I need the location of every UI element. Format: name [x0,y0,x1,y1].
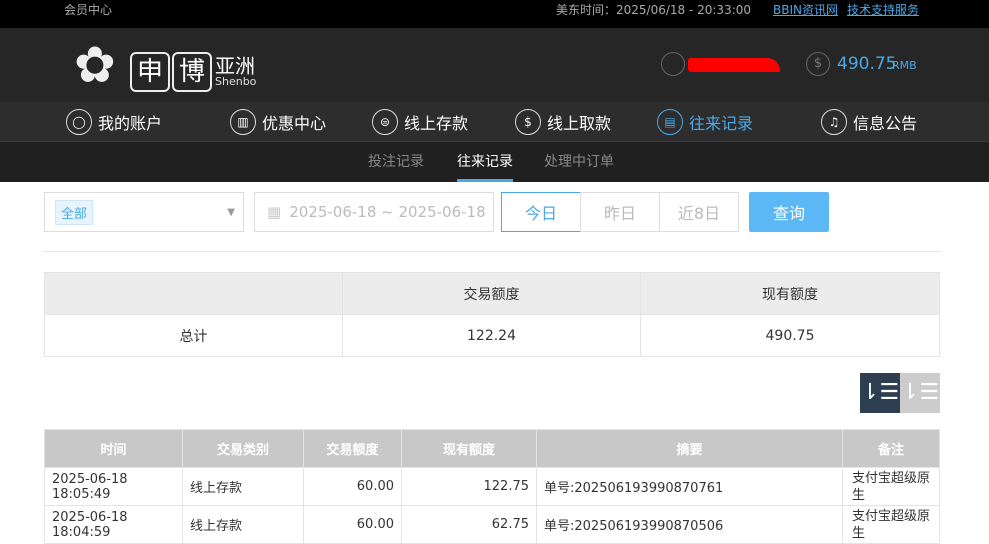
column-header: 现有额度 [401,429,537,468]
calendar-icon: ▦ [267,203,282,221]
type-select-value: 全部 [55,199,94,225]
query-button[interactable]: 查询 [749,192,829,232]
table-cell: 2025-06-18 18:05:49 [44,467,183,506]
divider [44,251,940,252]
deposit-icon: ⊜ [372,109,398,135]
last-8-days-button[interactable]: 近8日 [659,192,739,232]
withdraw-icon: $ [515,109,541,135]
column-header: 时间 [44,429,183,468]
summary-cell: 490.75 [640,314,940,357]
summary-table: 交易额度 现有额度 总计 122.24 490.75 [44,272,940,357]
column-header: 交易类别 [182,429,304,468]
table-cell: 线上存款 [182,467,304,506]
summary-cell: 122.24 [342,314,641,357]
user-icon: ◯ [66,109,92,135]
top-bar: 会员中心 美东时间：2025/06/18 - 20:33:00 BBIN资讯网 … [0,0,989,28]
currency: RMB [892,59,917,72]
logo-en: Shenbo [215,75,257,88]
records-table: 时间 交易类别 交易额度 现有额度 摘要 备注 2025-06-18 18:05… [44,429,940,544]
sort-desc-button[interactable]: ⇂☰ [860,373,900,413]
date-range-value: 2025-06-18 ~ 2025-06-18 [289,203,486,221]
type-select[interactable]: 全部 ▼ [44,192,244,232]
table-row: 2025-06-18 18:04:59 线上存款 60.00 62.75 单号:2025… [44,505,940,544]
today-button[interactable]: 今日 [501,192,581,232]
header: ✿ 申 博 亚洲 Shenbo $ 490.75 RMB [0,28,989,102]
nav-notices[interactable]: ♫ 信息公告 [821,102,917,142]
logo-char: 申 [130,52,170,92]
date-range-input[interactable]: ▦ 2025-06-18 ~ 2025-06-18 [254,192,494,232]
table-cell: 2025-06-18 18:04:59 [44,505,183,544]
nav-label: 往来记录 [689,114,754,133]
tab-pending-orders[interactable]: 处理中订单 [544,142,614,182]
flower-logo-icon: ✿ [74,36,116,94]
dollar-icon: $ [806,52,830,76]
main-nav: ◯ 我的账户 ▥ 优惠中心 ⊜ 线上存款 $ 线上取款 ▤ 往来记录 ♫ 信息公告 [0,102,989,142]
gift-icon: ▥ [230,109,256,135]
table-cell: 122.75 [401,467,537,506]
summary-header: 现有额度 [640,272,940,315]
table-cell: 60.00 [303,505,402,544]
nav-records[interactable]: ▤ 往来记录 [657,102,753,142]
bell-icon: ♫ [821,109,847,135]
column-header: 交易额度 [303,429,402,468]
table-cell: 支付宝超级原生 [842,467,940,506]
record-icon: ▤ [657,109,683,135]
bbin-link[interactable]: BBIN资讯网 [773,1,838,18]
summary-header: 交易额度 [342,272,641,315]
user-icon[interactable] [661,52,685,76]
table-cell: 单号:202506193990870761 [536,467,843,506]
member-center-label: 会员中心 [64,3,113,17]
support-link[interactable]: 技术支持服务 [847,1,919,18]
sort-asc-button[interactable]: ⇂☰ [900,373,940,413]
nav-label: 我的账户 [98,114,163,133]
chevron-down-icon: ▼ [227,206,235,218]
tab-bet-records[interactable]: 投注记录 [368,142,424,182]
column-header: 摘要 [536,429,843,468]
tab-transaction-records[interactable]: 往来记录 [457,142,513,182]
nav-label: 线上取款 [547,114,612,133]
table-cell: 支付宝超级原生 [842,505,940,544]
redacted-username [688,58,780,72]
table-cell: 60.00 [303,467,402,506]
table-cell: 单号:202506193990870506 [536,505,843,544]
table-cell: 线上存款 [182,505,304,544]
nav-label: 优惠中心 [262,114,327,133]
nav-deposit[interactable]: ⊜ 线上存款 [372,102,468,142]
nav-promotions[interactable]: ▥ 优惠中心 [230,102,326,142]
time-label: 美东时间：2025/06/18 - 20:33:00 [556,3,752,17]
nav-my-account[interactable]: ◯ 我的账户 [66,102,162,142]
logo-char: 博 [172,52,212,92]
table-row: 2025-06-18 18:05:49 线上存款 60.00 122.75 单号:202… [44,467,940,506]
column-header: 备注 [842,429,940,468]
summary-header [44,272,343,315]
balance-value: 490.75 [837,54,897,74]
nav-withdraw[interactable]: $ 线上取款 [515,102,611,142]
summary-cell: 总计 [44,314,343,357]
nav-label: 线上存款 [404,114,469,133]
yesterday-button[interactable]: 昨日 [580,192,660,232]
table-cell: 62.75 [401,505,537,544]
sub-nav: 投注记录 往来记录 处理中订单 [0,142,989,182]
nav-label: 信息公告 [853,114,918,133]
